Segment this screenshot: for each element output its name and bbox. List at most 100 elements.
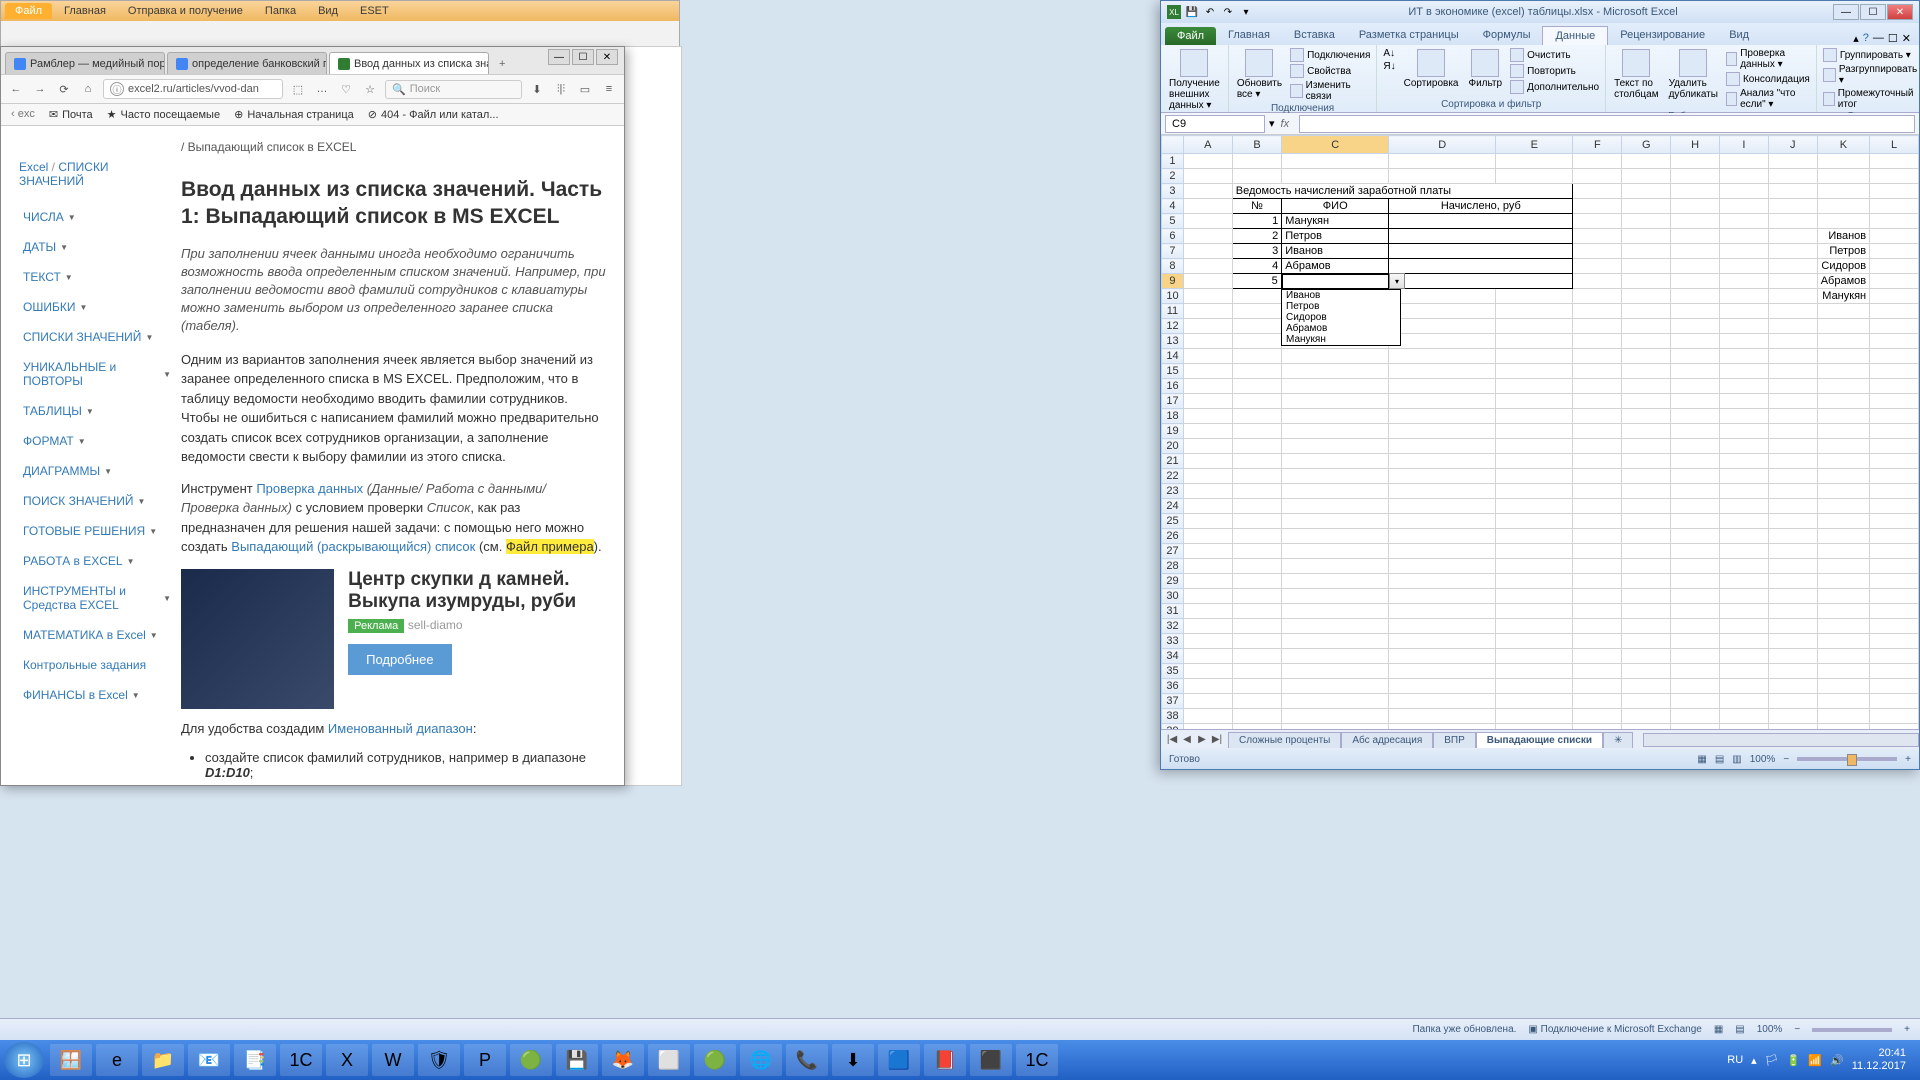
sidebar-item[interactable]: ДИАГРАММЫ ▼ (23, 456, 171, 486)
mdi-max-icon[interactable]: ☐ (1888, 32, 1898, 45)
what-if-button[interactable]: Анализ "что если" ▾ (1726, 87, 1810, 111)
zoom-level[interactable]: 100% (1750, 754, 1776, 765)
ribbon-tab[interactable]: Главная (1216, 26, 1282, 45)
taskbar-app[interactable]: 🦊 (602, 1044, 644, 1076)
search-field[interactable]: 🔍Поиск (385, 80, 522, 99)
taskbar-app[interactable]: 🟢 (694, 1044, 736, 1076)
sidebar-item[interactable]: ТЕКСТ ▼ (23, 262, 171, 292)
sheet-tab[interactable]: Абс адресация (1341, 732, 1433, 748)
sort-desc-button[interactable]: Я↓ (1383, 60, 1395, 73)
remove-duplicates-button[interactable]: Удалить дубликаты (1667, 47, 1720, 102)
url-field[interactable]: ⓘexcel2.ru/articles/vvod-dan (103, 79, 283, 99)
name-box[interactable]: C9 (1165, 115, 1265, 133)
fx-icon[interactable]: fx (1275, 118, 1296, 130)
taskbar-app[interactable]: 1C (1016, 1044, 1058, 1076)
sidebar-item[interactable]: ДАТЫ ▼ (23, 232, 171, 262)
sidebar-item[interactable]: ФОРМАТ ▼ (23, 426, 171, 456)
sidebar-item[interactable]: ПОИСК ЗНАЧЕНИЙ ▼ (23, 486, 171, 516)
menu-icon[interactable]: ≡ (600, 80, 618, 98)
sidebar-icon[interactable]: ▭ (576, 80, 594, 98)
reload-button[interactable]: ⟳ (55, 80, 73, 98)
view-normal-icon[interactable]: ▦ (1697, 754, 1706, 765)
downloads-icon[interactable]: ⬇ (528, 80, 546, 98)
sort-asc-button[interactable]: А↓ (1383, 47, 1395, 60)
taskbar-app[interactable]: W (372, 1044, 414, 1076)
minimize-button[interactable]: — (548, 49, 570, 65)
zoom-slider[interactable] (1797, 757, 1897, 761)
bookmark[interactable]: ⊕Начальная страница (234, 108, 354, 121)
maximize-button[interactable]: ☐ (1860, 4, 1886, 20)
zoom-out-button[interactable]: − (1783, 754, 1789, 765)
edit-links-button[interactable]: Изменить связи (1290, 79, 1370, 103)
ad-button[interactable]: Подробнее (348, 644, 451, 675)
data-validation-button[interactable]: Проверка данных ▾ (1726, 47, 1810, 71)
addr-icon[interactable]: ⬚ (289, 80, 307, 98)
view-break-icon[interactable]: ▥ (1732, 754, 1741, 765)
minimize-ribbon-icon[interactable]: ▴ (1853, 32, 1859, 45)
lang-indicator[interactable]: RU (1727, 1054, 1743, 1066)
validation-dropdown-list[interactable]: ИвановПетровСидоровАбрамовМанукян (1281, 289, 1401, 346)
bookmark[interactable]: ★Часто посещаемые (107, 108, 220, 121)
undo-icon[interactable]: ↶ (1203, 5, 1217, 19)
sidebar-item[interactable]: СПИСКИ ЗНАЧЕНИЙ ▼ (23, 322, 171, 352)
zoom-in-button[interactable]: + (1904, 1024, 1910, 1035)
group-button[interactable]: Группировать ▾ (1823, 47, 1918, 63)
taskbar-app[interactable]: P (464, 1044, 506, 1076)
browser-tab[interactable]: Рамблер — медийный порт✕ (5, 52, 165, 74)
connections-button[interactable]: Подключения (1290, 47, 1370, 63)
sheet-nav-prev[interactable]: ◀ (1180, 734, 1194, 745)
clear-button[interactable]: Очистить (1510, 47, 1599, 63)
ad-image[interactable] (181, 569, 334, 709)
ribbon-tab[interactable]: Вид (1717, 26, 1761, 45)
ribbon-tab[interactable]: Вставка (1282, 26, 1347, 45)
minimize-button[interactable]: — (1833, 4, 1859, 20)
dropdown-option[interactable]: Манукян (1282, 334, 1400, 345)
sidebar-item[interactable]: Контрольные задания (23, 650, 171, 680)
library-icon[interactable]: ⫶|⫶ (552, 80, 570, 98)
cell-dropdown-button[interactable]: ▾ (1389, 273, 1405, 289)
sheet-tab[interactable]: Сложные проценты (1228, 732, 1341, 748)
ungroup-button[interactable]: Разгруппировать ▾ (1823, 63, 1918, 87)
sidebar-item[interactable]: ИНСТРУМЕНТЫ и Средства EXCEL ▼ (23, 576, 171, 620)
addr-icon[interactable]: … (313, 80, 331, 98)
taskbar-app[interactable]: 💾 (556, 1044, 598, 1076)
sort-button[interactable]: Сортировка (1402, 47, 1461, 91)
zoom-out-button[interactable]: − (1794, 1024, 1800, 1035)
help-icon[interactable]: ? (1863, 32, 1869, 45)
properties-button[interactable]: Свойства (1290, 63, 1370, 79)
subtotal-button[interactable]: Промежуточный итог (1823, 87, 1918, 111)
qat-dropdown-icon[interactable]: ▾ (1239, 5, 1253, 19)
redo-icon[interactable]: ↷ (1221, 5, 1235, 19)
sidebar-item[interactable]: РАБОТА в EXCEL ▼ (23, 546, 171, 576)
close-button[interactable]: ✕ (1887, 4, 1913, 20)
sheet-nav-last[interactable]: ▶| (1210, 734, 1224, 745)
sidebar-item[interactable]: ЧИСЛА ▼ (23, 202, 171, 232)
maximize-button[interactable]: ☐ (572, 49, 594, 65)
advanced-button[interactable]: Дополнительно (1510, 79, 1599, 95)
addr-icon[interactable]: ♡ (337, 80, 355, 98)
outlook-tab[interactable]: Папка (255, 3, 306, 19)
taskbar-app[interactable]: 1C (280, 1044, 322, 1076)
view-layout-icon[interactable]: ▤ (1715, 754, 1724, 765)
taskbar-app[interactable]: ⬇ (832, 1044, 874, 1076)
zoom-in-button[interactable]: + (1905, 754, 1911, 765)
formula-bar[interactable] (1299, 115, 1915, 133)
bookmark[interactable]: ⊘404 - Файл или катал... (368, 108, 499, 121)
save-icon[interactable]: 💾 (1185, 5, 1199, 19)
view-icon[interactable]: ▤ (1735, 1024, 1744, 1035)
view-icon[interactable]: ▦ (1714, 1024, 1723, 1035)
link[interactable]: Проверка данных (256, 481, 363, 496)
taskbar-app[interactable]: 🪟 (50, 1044, 92, 1076)
sheet-nav-next[interactable]: ▶ (1195, 734, 1209, 745)
link[interactable]: Именованный диапазон (328, 721, 473, 736)
taskbar-app[interactable]: ⬛ (970, 1044, 1012, 1076)
link[interactable]: Выпадающий (раскрывающийся) список (231, 539, 475, 554)
taskbar-app[interactable]: 🛡 (418, 1044, 460, 1076)
reapply-button[interactable]: Повторить (1510, 63, 1599, 79)
taskbar-app[interactable]: X (326, 1044, 368, 1076)
taskbar-app[interactable]: 🟢 (510, 1044, 552, 1076)
taskbar-app[interactable]: 📕 (924, 1044, 966, 1076)
dropdown-option[interactable]: Петров (1282, 301, 1400, 312)
mdi-close-icon[interactable]: ✕ (1902, 32, 1911, 45)
outlook-tab[interactable]: Главная (54, 3, 116, 19)
